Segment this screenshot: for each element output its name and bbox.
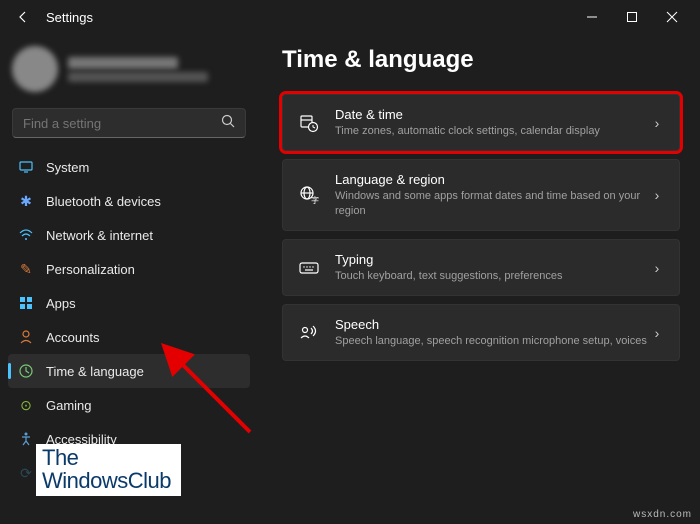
sidebar-item-label: Bluetooth & devices xyxy=(46,194,161,209)
brush-icon: ✎ xyxy=(18,261,34,277)
keyboard-icon xyxy=(297,256,321,280)
content-area: Time & language Date & time Time zones, … xyxy=(258,34,700,524)
sidebar-item-label: Gaming xyxy=(46,398,92,413)
sidebar-item-label: Accounts xyxy=(46,330,99,345)
svg-text:字: 字 xyxy=(311,195,319,205)
arrow-annotation xyxy=(170,352,260,447)
card-title: Typing xyxy=(335,252,649,267)
domain-watermark: wsxdn.com xyxy=(633,509,692,520)
sidebar-item-label: Network & internet xyxy=(46,228,153,243)
accessibility-icon xyxy=(18,431,34,447)
bluetooth-icon: ✱ xyxy=(18,193,34,209)
sidebar-item-personalization[interactable]: ✎ Personalization xyxy=(8,252,250,286)
sidebar-item-label: Personalization xyxy=(46,262,135,277)
globe-clock-icon xyxy=(18,363,34,379)
chevron-right-icon: › xyxy=(649,187,665,203)
search-icon xyxy=(221,114,235,133)
chevron-right-icon: › xyxy=(649,260,665,276)
sidebar-item-system[interactable]: System xyxy=(8,150,250,184)
sidebar-item-label: System xyxy=(46,160,89,175)
window-controls xyxy=(572,2,692,32)
speech-icon xyxy=(297,321,321,345)
sidebar-item-network[interactable]: Network & internet xyxy=(8,218,250,252)
sidebar-item-accounts[interactable]: Accounts xyxy=(8,320,250,354)
watermark-logo: The WindowsClub xyxy=(36,444,181,496)
wifi-icon xyxy=(18,227,34,243)
calendar-clock-icon xyxy=(297,111,321,135)
card-typing[interactable]: Typing Touch keyboard, text suggestions,… xyxy=(282,239,680,296)
sidebar-item-apps[interactable]: Apps xyxy=(8,286,250,320)
card-desc: Speech language, speech recognition micr… xyxy=(335,334,649,348)
apps-icon xyxy=(18,295,34,311)
chevron-right-icon: › xyxy=(649,325,665,341)
avatar xyxy=(12,46,58,92)
profile-name xyxy=(68,57,178,69)
update-icon: ⟳ xyxy=(18,465,34,481)
sidebar-item-bluetooth[interactable]: ✱ Bluetooth & devices xyxy=(8,184,250,218)
card-desc: Touch keyboard, text suggestions, prefer… xyxy=(335,269,649,283)
back-button[interactable] xyxy=(8,2,38,32)
card-date-time[interactable]: Date & time Time zones, automatic clock … xyxy=(282,94,680,151)
chevron-right-icon: › xyxy=(649,115,665,131)
sidebar-item-label: Apps xyxy=(46,296,76,311)
account-icon xyxy=(18,329,34,345)
card-desc: Windows and some apps format dates and t… xyxy=(335,189,649,218)
minimize-button[interactable] xyxy=(572,2,612,32)
window-title: Settings xyxy=(46,10,93,25)
card-title: Date & time xyxy=(335,107,649,122)
card-desc: Time zones, automatic clock settings, ca… xyxy=(335,124,649,138)
globe-icon: 字 xyxy=(297,183,321,207)
card-language-region[interactable]: 字 Language & region Windows and some app… xyxy=(282,159,680,231)
system-icon xyxy=(18,159,34,175)
search-input[interactable] xyxy=(23,116,221,131)
profile-email xyxy=(68,72,208,82)
close-button[interactable] xyxy=(652,2,692,32)
sidebar-item-label: Time & language xyxy=(46,364,144,379)
card-title: Language & region xyxy=(335,172,649,187)
search-box[interactable] xyxy=(12,108,246,138)
gaming-icon: ⊙ xyxy=(18,397,34,413)
card-speech[interactable]: Speech Speech language, speech recogniti… xyxy=(282,304,680,361)
card-title: Speech xyxy=(335,317,649,332)
profile-section[interactable] xyxy=(8,42,250,104)
maximize-button[interactable] xyxy=(612,2,652,32)
titlebar: Settings xyxy=(0,0,700,34)
page-title: Time & language xyxy=(282,46,680,74)
